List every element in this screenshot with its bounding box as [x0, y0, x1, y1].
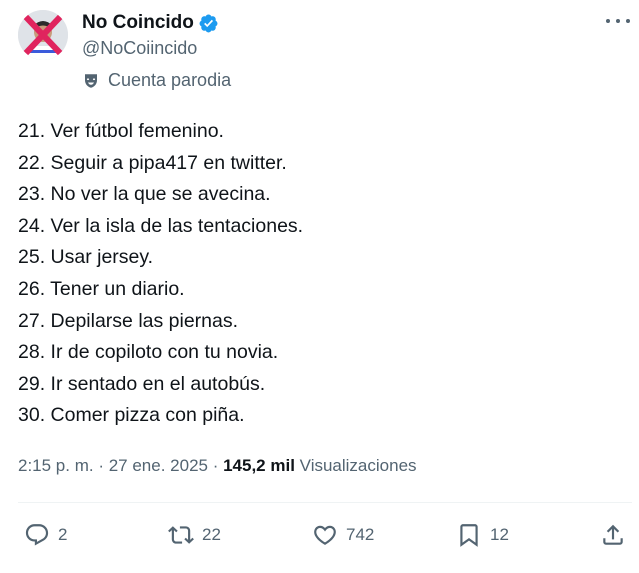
- tweet-line: 26. Tener un diario.: [18, 277, 185, 300]
- verified-icon[interactable]: [198, 13, 219, 34]
- author-name-row[interactable]: No Coincido: [82, 12, 219, 34]
- parody-label-text: Cuenta parodia: [108, 70, 232, 90]
- share-icon: [603, 524, 623, 545]
- reply-count: 2: [58, 525, 68, 544]
- tweet-date[interactable]: 27 ene. 2025: [109, 456, 208, 475]
- like-icon: [314, 525, 336, 545]
- views-count: 145,2 mil: [223, 456, 295, 475]
- avatar-image: [18, 10, 68, 60]
- repost-button[interactable]: 22: [168, 516, 221, 554]
- views-label: Visualizaciones: [299, 456, 417, 475]
- tweet-line: 29. Ir sentado en el autobús.: [18, 372, 266, 395]
- parody-label: Cuenta parodia: [82, 70, 231, 91]
- tweet-line: 30. Comer pizza con piña.: [18, 404, 245, 427]
- bookmark-count: 12: [490, 525, 509, 544]
- tweet-line: 22. Seguir a pipa417 en twitter.: [18, 151, 287, 174]
- author-handle[interactable]: @NoCoiincido: [82, 38, 197, 59]
- tweet-line: 21. Ver fútbol femenino.: [18, 120, 224, 142]
- tweet-text: 21. Ver fútbol femenino. 22. Seguir a pi…: [18, 116, 618, 432]
- tweet-line: 23. No ver la que se avecina.: [18, 183, 271, 206]
- meta-separator: ·: [207, 456, 224, 475]
- share-button[interactable]: [600, 516, 626, 554]
- author-name[interactable]: No Coincido: [82, 12, 194, 34]
- tweet-line: 24. Ver la isla de las tentaciones.: [18, 214, 304, 237]
- more-icon[interactable]: [606, 14, 630, 28]
- tweet-meta: 2:15 p. m. · 27 ene. 2025 · 145,2 mil Vi…: [18, 456, 417, 476]
- bookmark-icon: [460, 524, 478, 547]
- reply-button[interactable]: 2: [24, 516, 67, 554]
- avatar[interactable]: [18, 10, 68, 60]
- tweet-line: 25. Usar jersey.: [18, 246, 154, 269]
- repost-count: 22: [202, 525, 221, 544]
- repost-icon: [168, 526, 194, 544]
- like-button[interactable]: 742: [312, 516, 374, 554]
- action-bar: 2 22 742 12: [0, 516, 639, 554]
- meta-separator: ·: [93, 456, 109, 475]
- tweet-time[interactable]: 2:15 p. m.: [18, 456, 94, 475]
- like-count: 742: [346, 525, 375, 544]
- reply-icon: [25, 524, 49, 546]
- parody-mask-icon: [85, 73, 97, 88]
- tweet-line: 28. Ir de copiloto con tu novia.: [18, 341, 279, 364]
- tweet-line: 27. Depilarse las piernas.: [18, 309, 239, 332]
- bookmark-button[interactable]: 12: [456, 516, 509, 554]
- divider: [18, 502, 632, 503]
